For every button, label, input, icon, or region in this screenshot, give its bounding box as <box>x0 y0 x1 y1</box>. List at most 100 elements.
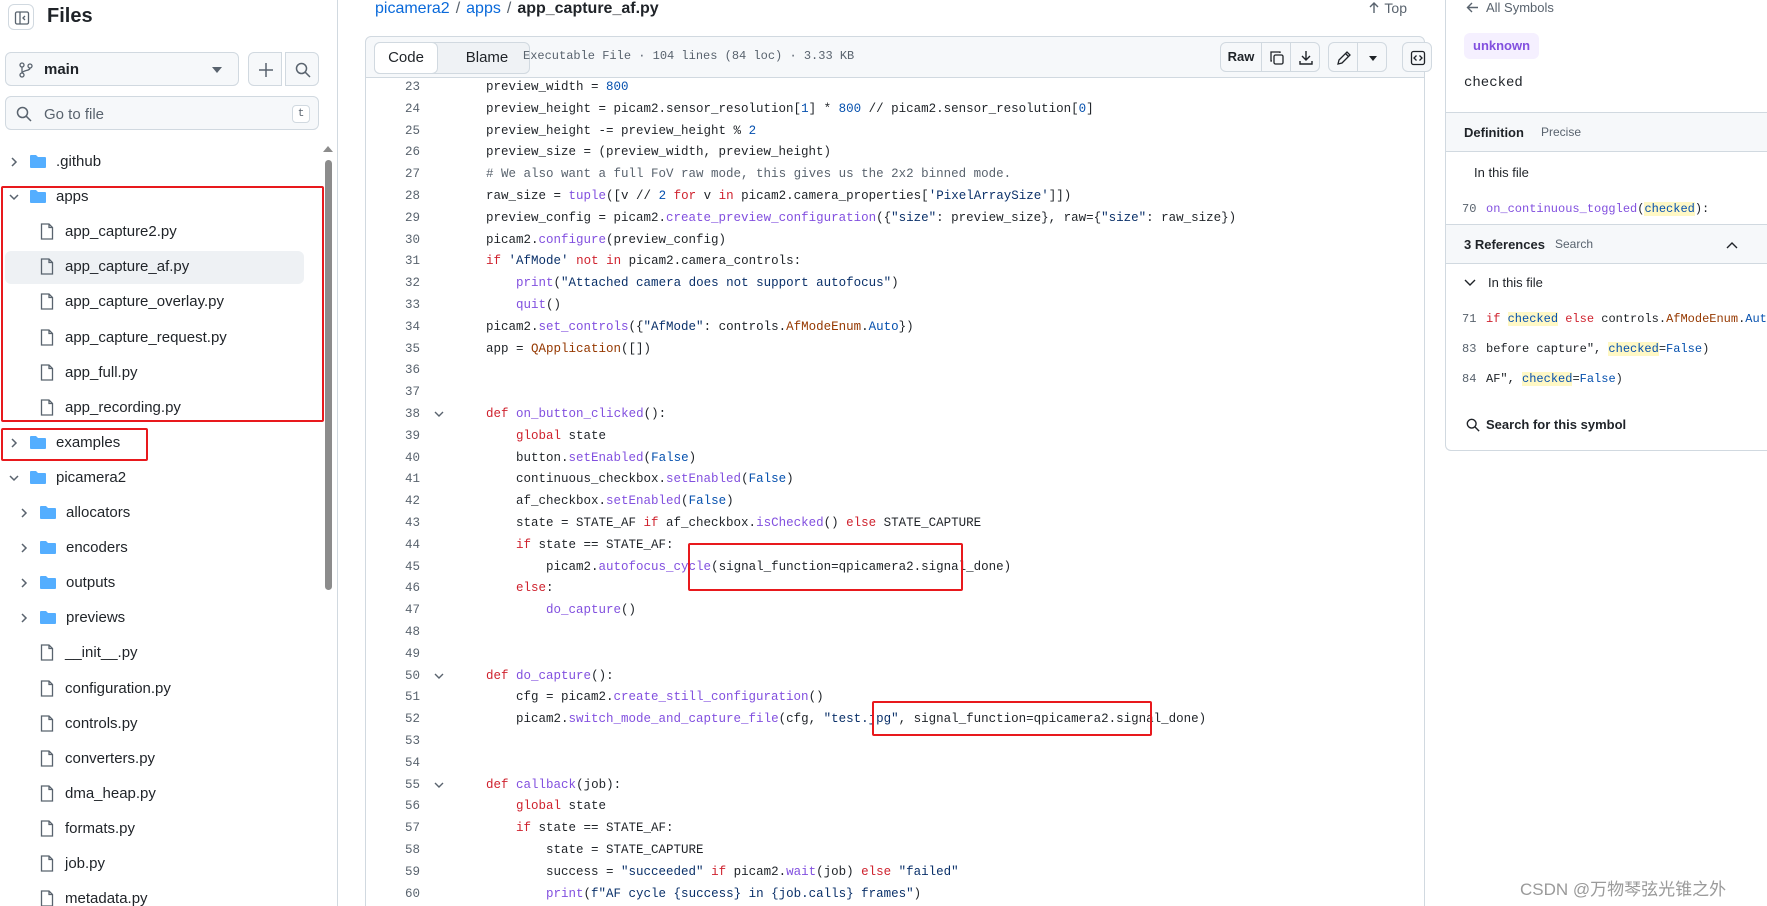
add-file-button[interactable] <box>248 52 282 86</box>
reference-row[interactable]: 83 before capture", checked=False) <box>1446 335 1767 365</box>
line-number[interactable]: 50 <box>366 669 420 683</box>
tree-folder-.github[interactable]: .github <box>0 145 322 179</box>
line-number[interactable]: 51 <box>366 690 420 704</box>
code-line[interactable]: 57 if state == STATE_AF: <box>366 818 1424 840</box>
line-number[interactable]: 46 <box>366 581 420 595</box>
code-line[interactable]: 25 preview_height -= preview_height % 2 <box>366 121 1424 143</box>
line-number[interactable]: 39 <box>366 429 420 443</box>
code-line[interactable]: 59 success = "succeeded" if picam2.wait(… <box>366 862 1424 884</box>
code-line[interactable]: 60 print(f"AF cycle {success} in {job.ca… <box>366 884 1424 906</box>
code-line[interactable]: 28 raw_size = tuple([v // 2 for v in pic… <box>366 186 1424 208</box>
tree-file-app_recording.py[interactable]: app_recording.py <box>0 391 322 425</box>
tree-file-dma_heap.py[interactable]: dma_heap.py <box>0 777 322 811</box>
code-content[interactable]: 23 preview_width = 800 24 preview_height … <box>365 77 1425 906</box>
line-number[interactable]: 44 <box>366 538 420 552</box>
code-line[interactable]: 24 preview_height = picam2.sensor_resolu… <box>366 99 1424 121</box>
line-number[interactable]: 28 <box>366 189 420 203</box>
line-number[interactable]: 36 <box>366 363 420 377</box>
raw-button[interactable]: Raw <box>1220 42 1262 72</box>
file-tree-scrollbar-thumb[interactable] <box>325 160 332 590</box>
code-line[interactable]: 32 print("Attached camera does not suppo… <box>366 273 1424 295</box>
collapse-sidebar-button[interactable] <box>8 4 34 30</box>
go-to-file-input[interactable] <box>44 104 264 124</box>
code-line[interactable]: 50 def do_capture(): <box>366 666 1424 688</box>
breadcrumb-repo-link[interactable]: picamera2 <box>375 0 450 17</box>
tree-file-__init__.py[interactable]: __init__.py <box>0 636 322 670</box>
line-number[interactable]: 47 <box>366 603 420 617</box>
tree-folder-allocators[interactable]: allocators <box>0 496 322 530</box>
line-number[interactable]: 40 <box>366 451 420 465</box>
copy-raw-button[interactable] <box>1261 42 1291 72</box>
tree-file-metadata.py[interactable]: metadata.py <box>0 882 322 906</box>
code-line[interactable]: 47 do_capture() <box>366 600 1424 622</box>
reference-row[interactable]: 84 AF", checked=False) <box>1446 365 1767 395</box>
tree-file-configuration.py[interactable]: configuration.py <box>0 672 322 706</box>
line-number[interactable]: 48 <box>366 625 420 639</box>
tree-folder-outputs[interactable]: outputs <box>0 566 322 600</box>
tree-file-app_capture2.py[interactable]: app_capture2.py <box>0 215 322 249</box>
code-line[interactable]: 54 <box>366 753 1424 775</box>
code-line[interactable]: 45 picam2.autofocus_cycle(signal_functio… <box>366 557 1424 579</box>
code-line[interactable]: 38 def on_button_clicked(): <box>366 404 1424 426</box>
tree-file-job.py[interactable]: job.py <box>0 847 322 881</box>
tree-file-formats.py[interactable]: formats.py <box>0 812 322 846</box>
symbols-panel-button[interactable] <box>1402 42 1432 72</box>
fold-chevron-icon[interactable] <box>434 673 444 680</box>
line-number[interactable]: 34 <box>366 320 420 334</box>
code-line[interactable]: 34 picam2.set_controls({"AfMode": contro… <box>366 317 1424 339</box>
code-line[interactable]: 35 app = QApplication([]) <box>366 339 1424 361</box>
line-number[interactable]: 52 <box>366 712 420 726</box>
line-number[interactable]: 38 <box>366 407 420 421</box>
code-line[interactable]: 52 picam2.switch_mode_and_capture_file(c… <box>366 709 1424 731</box>
code-line[interactable]: 49 <box>366 644 1424 666</box>
all-symbols-link[interactable]: All Symbols <box>1466 0 1554 15</box>
line-number[interactable]: 53 <box>366 734 420 748</box>
reference-row[interactable]: 71 if checked else controls.AfModeEnum.Au… <box>1446 305 1767 335</box>
line-number[interactable]: 59 <box>366 865 420 879</box>
code-line[interactable]: 51 cfg = picam2.create_still_configurati… <box>366 687 1424 709</box>
line-number[interactable]: 31 <box>366 254 420 268</box>
chevron-up-icon[interactable] <box>1726 241 1738 249</box>
download-button[interactable] <box>1290 42 1320 72</box>
code-line[interactable]: 23 preview_width = 800 <box>366 77 1424 99</box>
line-number[interactable]: 30 <box>366 233 420 247</box>
code-line[interactable]: 58 state = STATE_CAPTURE <box>366 840 1424 862</box>
line-number[interactable]: 41 <box>366 472 420 486</box>
line-number[interactable]: 35 <box>366 342 420 356</box>
code-line[interactable]: 31 if 'AfMode' not in picam2.camera_cont… <box>366 251 1424 273</box>
line-number[interactable]: 23 <box>366 80 420 94</box>
line-number[interactable]: 45 <box>366 560 420 574</box>
back-to-top-link[interactable]: Top <box>1368 0 1407 16</box>
tree-folder-examples[interactable]: examples <box>0 426 322 460</box>
code-line[interactable]: 46 else: <box>366 578 1424 600</box>
go-to-file-box[interactable]: t <box>5 96 319 130</box>
tree-folder-encoders[interactable]: encoders <box>0 531 322 565</box>
breadcrumb-folder-link[interactable]: apps <box>466 0 501 17</box>
tree-file-app_full.py[interactable]: app_full.py <box>0 356 322 390</box>
code-line[interactable]: 40 button.setEnabled(False) <box>366 448 1424 470</box>
blame-tab[interactable]: Blame <box>445 43 529 73</box>
line-number[interactable]: 56 <box>366 799 420 813</box>
line-number[interactable]: 33 <box>366 298 420 312</box>
line-number[interactable]: 29 <box>366 211 420 225</box>
code-line[interactable]: 44 if state == STATE_AF: <box>366 535 1424 557</box>
code-line[interactable]: 26 preview_size = (preview_width, previe… <box>366 142 1424 164</box>
code-line[interactable]: 37 <box>366 382 1424 404</box>
tree-file-app_capture_request.py[interactable]: app_capture_request.py <box>0 321 322 355</box>
fold-chevron-icon[interactable] <box>434 782 444 789</box>
line-number[interactable]: 32 <box>366 276 420 290</box>
line-number[interactable]: 55 <box>366 778 420 792</box>
line-number[interactable]: 43 <box>366 516 420 530</box>
line-number[interactable]: 42 <box>366 494 420 508</box>
tree-folder-apps[interactable]: apps <box>0 180 322 214</box>
tree-file-controls.py[interactable]: controls.py <box>0 707 322 741</box>
line-number[interactable]: 25 <box>366 124 420 138</box>
code-line[interactable]: 55 def callback(job): <box>366 775 1424 797</box>
fold-chevron-icon[interactable] <box>434 411 444 418</box>
code-line[interactable]: 30 picam2.configure(preview_config) <box>366 230 1424 252</box>
code-line[interactable]: 48 <box>366 622 1424 644</box>
line-number[interactable]: 24 <box>366 102 420 116</box>
tree-file-converters.py[interactable]: converters.py <box>0 742 322 776</box>
code-line[interactable]: 39 global state <box>366 426 1424 448</box>
line-number[interactable]: 54 <box>366 756 420 770</box>
